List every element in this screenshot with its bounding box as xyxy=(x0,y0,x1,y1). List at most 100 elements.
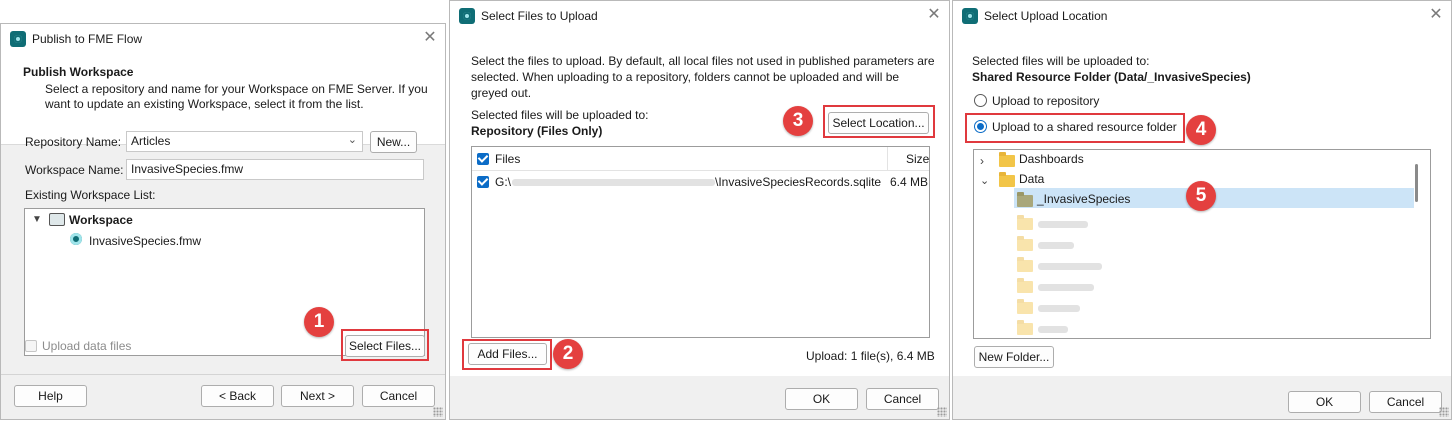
file-size: 6.4 MB xyxy=(890,175,929,189)
next-button[interactable]: Next > xyxy=(281,385,354,407)
redacted-folder-name xyxy=(1038,221,1088,228)
upload-target-label: Selected files will be uploaded to: xyxy=(471,108,649,122)
chevron-right-icon[interactable]: › xyxy=(980,154,984,168)
folder-icon xyxy=(1017,257,1033,272)
file-checkbox[interactable] xyxy=(477,176,489,188)
column-files[interactable]: Files xyxy=(495,152,520,166)
redacted-path xyxy=(512,179,715,186)
help-button[interactable]: Help xyxy=(14,385,87,407)
new-folder-button[interactable]: New Folder... xyxy=(974,346,1054,368)
select-files-button[interactable]: Select Files... xyxy=(345,335,425,357)
select-files-dialog: Select Files to Upload ✕ Select the file… xyxy=(449,0,950,420)
chevron-down-icon[interactable]: ⌄ xyxy=(980,174,989,187)
redacted-folder-name xyxy=(1038,242,1074,249)
cancel-button[interactable]: Cancel xyxy=(1369,391,1442,413)
new-repository-button[interactable]: New... xyxy=(370,131,417,153)
fme-app-icon xyxy=(962,8,978,24)
cancel-button[interactable]: Cancel xyxy=(866,388,939,410)
folder-icon xyxy=(1017,299,1033,314)
folder-tree[interactable]: › Dashboards ⌄ Data _InvasiveSpecies xyxy=(973,149,1431,339)
footer-separator xyxy=(1,374,445,375)
select-all-checkbox[interactable] xyxy=(477,153,489,165)
redacted-folder-name xyxy=(1038,284,1094,291)
ok-button[interactable]: OK xyxy=(1288,391,1361,413)
resize-grip[interactable] xyxy=(433,407,443,417)
ok-button[interactable]: OK xyxy=(785,388,858,410)
publish-dialog: Publish to FME Flow ✕ Publish Workspace … xyxy=(0,23,446,420)
resize-grip[interactable] xyxy=(937,407,947,417)
repository-select[interactable]: Articles ⌄ xyxy=(126,131,363,152)
page-heading: Publish Workspace xyxy=(23,65,134,79)
upload-data-files-checkbox[interactable] xyxy=(25,340,37,352)
page-description-2: want to update an existing Workspace, se… xyxy=(45,97,364,111)
table-header: Files Size xyxy=(472,147,929,171)
upload-repository-label[interactable]: Upload to repository xyxy=(992,94,1099,108)
upload-shared-folder-radio[interactable] xyxy=(974,120,987,133)
tree-item-invasive-species[interactable]: _InvasiveSpecies xyxy=(1037,192,1130,206)
folder-icon xyxy=(1017,192,1033,207)
chevron-down-icon: ⌄ xyxy=(347,134,357,146)
fme-app-icon xyxy=(459,8,475,24)
workspace-folder-icon xyxy=(49,213,65,226)
intro-text-1: Select the files to upload. By default, … xyxy=(471,54,935,68)
intro-text-2: selected. When uploading to a repository… xyxy=(471,70,900,84)
upload-data-files-label: Upload data files xyxy=(42,339,132,353)
step-badge-1: 1 xyxy=(304,307,334,337)
folder-icon xyxy=(1017,215,1033,230)
folder-icon xyxy=(1017,320,1033,335)
column-divider xyxy=(887,147,888,170)
files-table: Files Size G:\ \InvasiveSpeciesRecords.s… xyxy=(471,146,930,338)
resize-grip[interactable] xyxy=(1439,407,1449,417)
location-info-1: Selected files will be uploaded to: xyxy=(972,54,1150,68)
file-path-prefix: G:\ xyxy=(495,175,512,189)
upload-summary: Upload: 1 file(s), 6.4 MB xyxy=(806,349,935,363)
title-bar: Select Upload Location ✕ xyxy=(953,1,1451,31)
title-bar: Publish to FME Flow ✕ xyxy=(1,24,445,54)
dialog-title: Publish to FME Flow xyxy=(32,32,143,46)
close-icon[interactable]: ✕ xyxy=(421,29,439,47)
redacted-folder-name xyxy=(1038,326,1068,333)
existing-workspace-label: Existing Workspace List: xyxy=(25,188,156,202)
folder-icon xyxy=(999,172,1015,187)
fme-app-icon xyxy=(10,31,26,47)
redacted-folder-name xyxy=(1038,263,1102,270)
content-panel: Select the files to upload. By default, … xyxy=(450,31,949,376)
folder-icon xyxy=(1017,236,1033,251)
intro-text-3: greyed out. xyxy=(471,86,532,100)
page-description-1: Select a repository and name for your Wo… xyxy=(45,82,428,96)
title-bar: Select Files to Upload ✕ xyxy=(450,1,949,31)
add-files-button[interactable]: Add Files... xyxy=(468,343,547,365)
workspace-name-input[interactable]: InvasiveSpecies.fmw xyxy=(126,159,424,180)
step-badge-2: 2 xyxy=(553,339,583,369)
upload-target-value: Repository (Files Only) xyxy=(471,124,603,138)
repository-value: Articles xyxy=(131,134,171,148)
tree-item-dashboards[interactable]: Dashboards xyxy=(1019,152,1084,166)
step-badge-3: 3 xyxy=(783,106,813,136)
workspace-file-icon xyxy=(70,233,82,245)
file-name: \InvasiveSpeciesRecords.sqlite xyxy=(715,175,882,189)
back-button[interactable]: < Back xyxy=(201,385,274,407)
close-icon[interactable]: ✕ xyxy=(1427,6,1445,24)
chevron-down-icon[interactable]: ▼ xyxy=(32,214,42,225)
folder-icon xyxy=(1017,278,1033,293)
dialog-title: Select Files to Upload xyxy=(481,9,598,23)
close-icon[interactable]: ✕ xyxy=(925,6,943,24)
folder-icon xyxy=(999,152,1015,167)
repository-label: Repository Name: xyxy=(25,135,122,149)
tree-child-label[interactable]: InvasiveSpecies.fmw xyxy=(89,234,201,248)
redacted-folder-name xyxy=(1038,305,1080,312)
step-badge-4: 4 xyxy=(1186,115,1216,145)
tree-item-data[interactable]: Data xyxy=(1019,172,1044,186)
upload-shared-folder-label[interactable]: Upload to a shared resource folder xyxy=(992,120,1177,134)
select-location-button[interactable]: Select Location... xyxy=(828,112,929,134)
cancel-button[interactable]: Cancel xyxy=(362,385,435,407)
tree-scrollbar[interactable] xyxy=(1415,164,1418,202)
step-badge-5: 5 xyxy=(1186,181,1216,211)
column-size[interactable]: Size xyxy=(906,152,929,166)
workspace-name-label: Workspace Name: xyxy=(25,163,124,177)
upload-repository-radio[interactable] xyxy=(974,94,987,107)
location-info-2: Shared Resource Folder (Data/_InvasiveSp… xyxy=(972,70,1251,84)
tree-root-label: Workspace xyxy=(69,213,133,227)
workspace-tree[interactable]: ▼ Workspace InvasiveSpecies.fmw xyxy=(24,208,425,356)
table-row[interactable]: G:\ \InvasiveSpeciesRecords.sqlite 6.4 M… xyxy=(472,171,929,193)
